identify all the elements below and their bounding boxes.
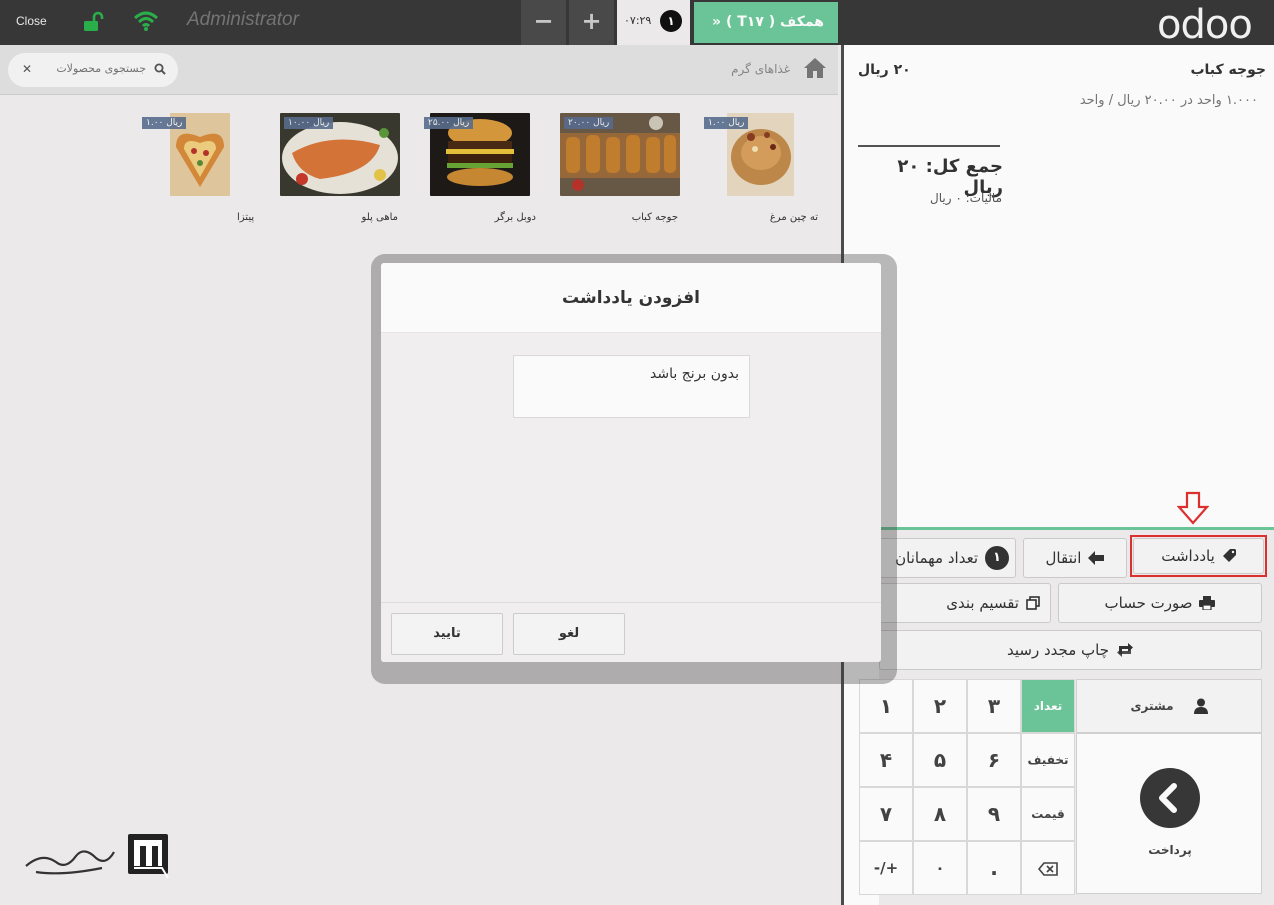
watermark-logo xyxy=(25,834,169,879)
note-textarea[interactable]: بدون برنج باشد xyxy=(513,355,750,418)
dialog-footer: تایید لغو xyxy=(381,602,881,662)
confirm-button[interactable]: تایید xyxy=(391,613,503,655)
cancel-button[interactable]: لغو xyxy=(513,613,625,655)
add-note-dialog: افزودن یادداشت بدون برنج باشد تایید لغو xyxy=(381,263,881,662)
dialog-title: افزودن یادداشت xyxy=(381,263,881,333)
